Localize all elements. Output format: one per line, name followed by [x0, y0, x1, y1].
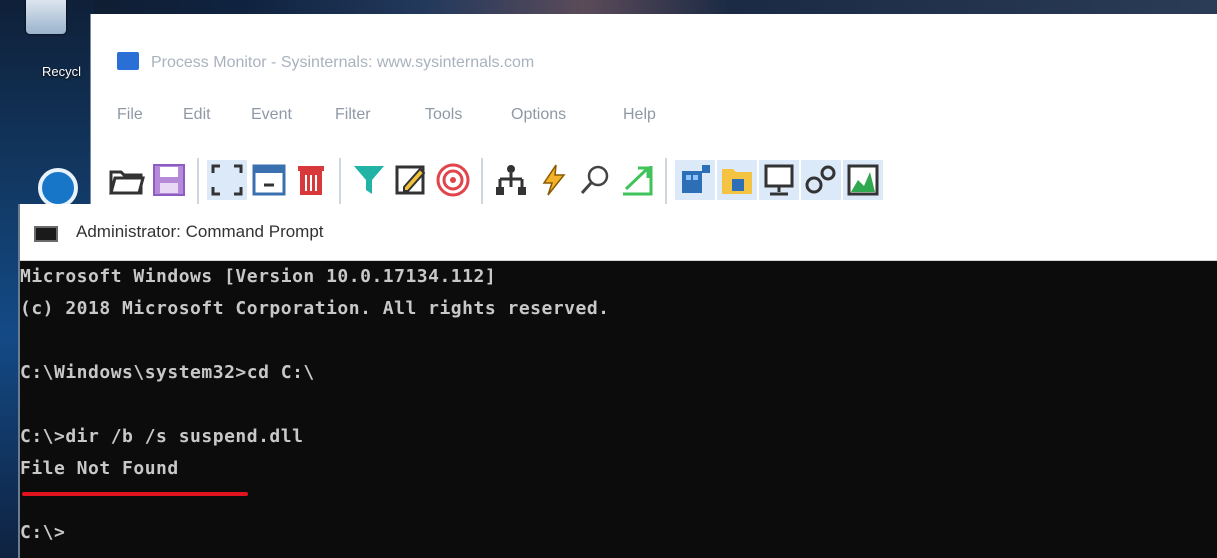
- command-prompt-window[interactable]: Administrator: Command Prompt Microsoft …: [18, 204, 1217, 558]
- jump-icon[interactable]: [617, 160, 657, 200]
- console-line: Microsoft Windows [Version 10.0.17134.11…: [20, 266, 497, 287]
- toolbar-separator: [339, 158, 341, 206]
- toolbar-separator: [665, 158, 667, 206]
- menu-event[interactable]: Event: [251, 106, 292, 124]
- clear-icon[interactable]: [291, 160, 331, 200]
- cmd-window-title: Administrator: Command Prompt: [76, 222, 324, 241]
- open-folder-icon[interactable]: [107, 160, 147, 200]
- process-activity-icon[interactable]: [801, 160, 841, 200]
- menu-help[interactable]: Help: [623, 106, 656, 124]
- procmon-titlebar[interactable]: Process Monitor - Sysinternals: www.sysi…: [91, 14, 1217, 94]
- console-line: C:\Windows\system32>cd C:\: [20, 362, 315, 383]
- menu-tools[interactable]: Tools: [425, 106, 462, 124]
- process-monitor-window: Process Monitor - Sysinternals: www.sysi…: [90, 14, 1217, 214]
- recycle-bin-icon[interactable]: [26, 0, 66, 34]
- console-prompt: C:\>: [20, 522, 66, 543]
- procmon-app-icon: [117, 52, 139, 70]
- console-output[interactable]: Microsoft Windows [Version 10.0.17134.11…: [20, 264, 1217, 554]
- cmd-app-icon: [34, 226, 58, 242]
- filter-icon[interactable]: [349, 160, 389, 200]
- console-line: (c) 2018 Microsoft Corporation. All righ…: [20, 298, 610, 319]
- capture-icon[interactable]: [207, 160, 247, 200]
- menu-edit[interactable]: Edit: [183, 106, 211, 124]
- event-properties-icon[interactable]: [533, 160, 573, 200]
- cmd-titlebar[interactable]: Administrator: Command Prompt: [20, 204, 1217, 261]
- desktop-wallpaper-top: [0, 0, 1217, 14]
- target-icon[interactable]: [433, 160, 473, 200]
- find-icon[interactable]: [575, 160, 615, 200]
- registry-activity-icon[interactable]: [675, 160, 715, 200]
- recycle-bin-label: Recycl: [42, 64, 82, 79]
- network-activity-icon[interactable]: [759, 160, 799, 200]
- procmon-window-title: Process Monitor - Sysinternals: www.sysi…: [151, 54, 535, 71]
- highlight-icon[interactable]: [391, 160, 431, 200]
- toolbar-separator: [481, 158, 483, 206]
- file-activity-icon[interactable]: [717, 160, 757, 200]
- console-line: C:\>dir /b /s suspend.dll: [20, 426, 304, 447]
- menu-filter[interactable]: Filter: [335, 106, 371, 124]
- save-icon[interactable]: [149, 160, 189, 200]
- desktop-app-icon[interactable]: [38, 168, 78, 208]
- red-underline-annotation: [22, 492, 248, 496]
- menu-file[interactable]: File: [117, 106, 143, 124]
- autoscroll-icon[interactable]: [249, 160, 289, 200]
- toolbar-separator: [197, 158, 199, 206]
- menu-options[interactable]: Options: [511, 106, 566, 124]
- process-tree-icon[interactable]: [491, 160, 531, 200]
- profiling-icon[interactable]: [843, 160, 883, 200]
- console-line: File Not Found: [20, 458, 179, 479]
